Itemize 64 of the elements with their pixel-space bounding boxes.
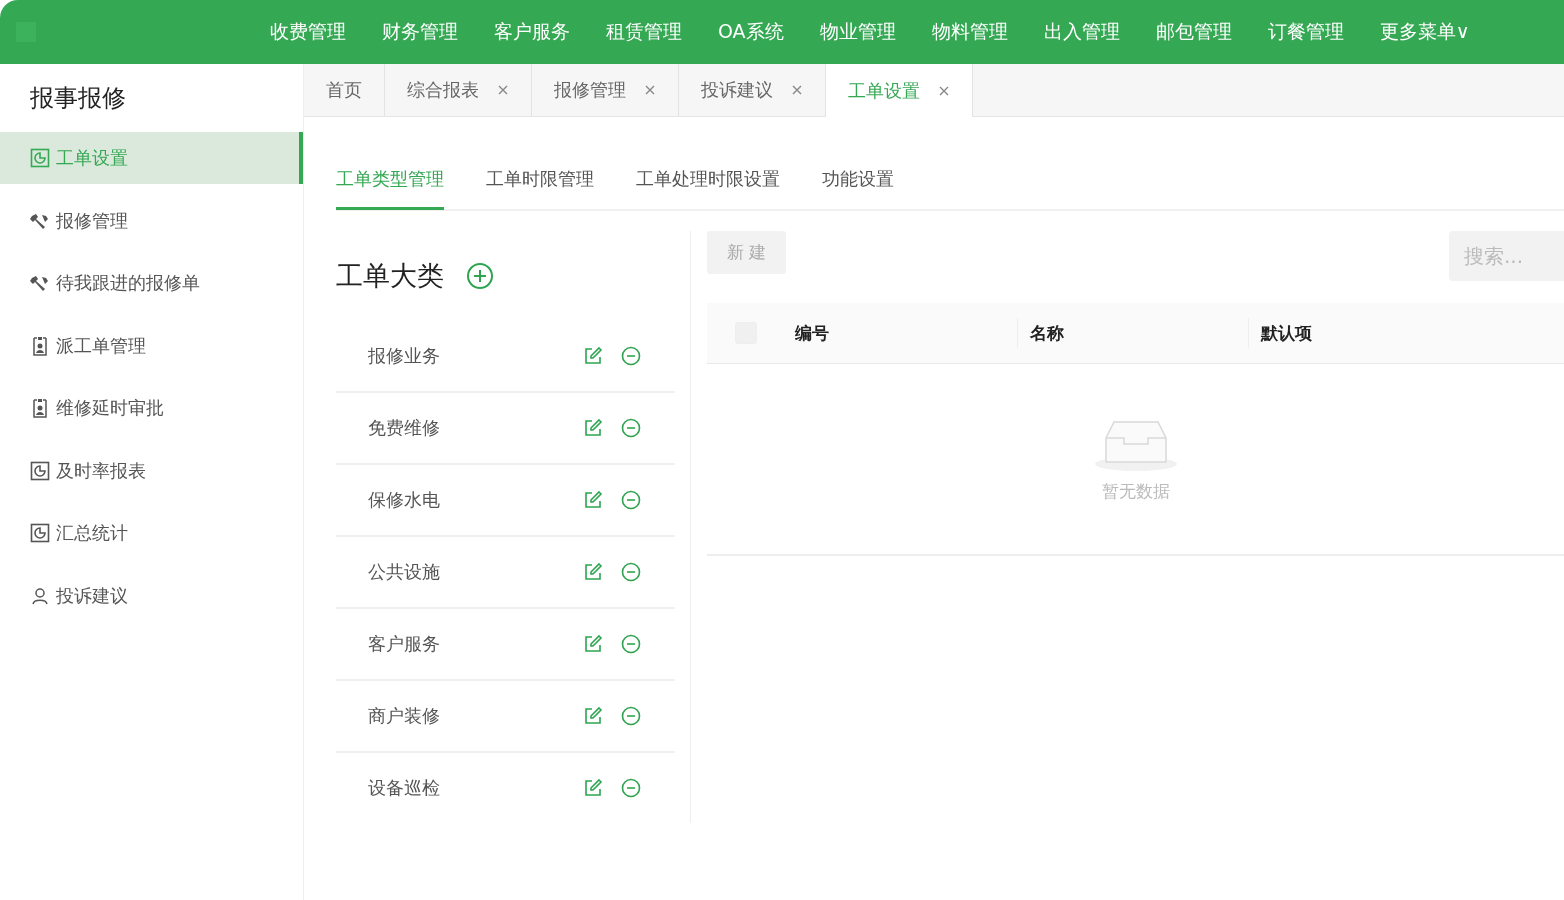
- top-menu-item[interactable]: 更多菜单∨: [1361, 19, 1488, 45]
- close-icon[interactable]: [791, 84, 803, 96]
- column-header: 默认项: [1261, 323, 1312, 343]
- edit-icon[interactable]: [583, 706, 603, 726]
- top-menu-item[interactable]: 客户服务: [476, 19, 588, 45]
- remove-icon[interactable]: [621, 562, 641, 582]
- top-menu-item[interactable]: 租赁管理: [588, 19, 700, 45]
- category-item[interactable]: 免费维修: [368, 416, 565, 440]
- sidebar-item[interactable]: 待我跟进的报修单: [0, 257, 303, 309]
- edit-icon[interactable]: [583, 562, 603, 582]
- remove-icon[interactable]: [621, 418, 641, 438]
- sidebar-title: 报事报修: [29, 83, 127, 114]
- page-tab[interactable]: 首页: [304, 64, 385, 116]
- remove-icon[interactable]: [621, 634, 641, 654]
- add-icon[interactable]: [466, 262, 494, 290]
- edit-icon[interactable]: [583, 490, 603, 510]
- id-badge-icon: [30, 398, 50, 418]
- category-title: 工单大类: [336, 259, 444, 293]
- sub-tab[interactable]: 工单时限管理: [486, 165, 594, 207]
- person-icon: [30, 585, 50, 606]
- sidebar-item[interactable]: 报修管理: [0, 194, 303, 247]
- chart-icon: [30, 148, 50, 168]
- sidebar-item[interactable]: 及时率报表: [0, 444, 303, 497]
- remove-icon[interactable]: [621, 778, 641, 798]
- top-menu-item[interactable]: 订餐管理: [1249, 19, 1362, 45]
- remove-icon[interactable]: [621, 346, 641, 366]
- sidebar-item[interactable]: 派工单管理: [0, 319, 303, 372]
- remove-icon[interactable]: [621, 490, 641, 510]
- category-item[interactable]: 设备巡检: [368, 776, 565, 800]
- close-icon[interactable]: [497, 84, 509, 96]
- edit-icon[interactable]: [583, 634, 603, 654]
- top-menu-item[interactable]: 物业管理: [801, 19, 914, 45]
- id-badge-icon: [30, 335, 50, 356]
- edit-icon[interactable]: [583, 346, 603, 366]
- top-menu-item[interactable]: OA系统: [700, 19, 802, 45]
- chart-icon: [30, 460, 50, 481]
- page-tab[interactable]: 报修管理: [532, 64, 679, 116]
- sub-tab[interactable]: 功能设置: [822, 165, 894, 207]
- sub-tab[interactable]: 工单处理时限设置: [636, 165, 780, 207]
- top-menu-item[interactable]: 财务管理: [364, 19, 476, 45]
- category-item[interactable]: 商户装修: [368, 704, 565, 728]
- sidebar-item[interactable]: 投诉建议: [0, 569, 303, 622]
- category-item[interactable]: 报修业务: [368, 344, 565, 368]
- edit-icon[interactable]: [583, 418, 603, 438]
- page-tab[interactable]: 工单设置: [826, 64, 973, 117]
- category-item[interactable]: 保修水电: [368, 488, 565, 512]
- chart-icon: [30, 523, 50, 543]
- column-header: 名称: [1030, 323, 1064, 343]
- sidebar-item[interactable]: 汇总统计: [0, 507, 303, 559]
- remove-icon[interactable]: [621, 706, 641, 726]
- top-menu-item[interactable]: 出入管理: [1025, 19, 1138, 45]
- sub-tab[interactable]: 工单类型管理: [336, 165, 444, 210]
- category-item[interactable]: 公共设施: [368, 560, 565, 584]
- edit-icon[interactable]: [583, 778, 603, 798]
- close-icon[interactable]: [938, 84, 950, 97]
- empty-message: 暂无数据: [1101, 479, 1170, 503]
- column-header: 编号: [795, 323, 829, 343]
- top-menu-item[interactable]: 收费管理: [252, 19, 364, 45]
- page-tab[interactable]: 综合报表: [385, 64, 532, 116]
- sidebar-item[interactable]: 维修延时审批: [0, 382, 303, 434]
- close-icon[interactable]: [644, 84, 656, 96]
- top-menu-item[interactable]: 物料管理: [913, 19, 1026, 45]
- top-menu-item[interactable]: 邮包管理: [1137, 19, 1250, 45]
- category-item[interactable]: 客户服务: [368, 632, 565, 656]
